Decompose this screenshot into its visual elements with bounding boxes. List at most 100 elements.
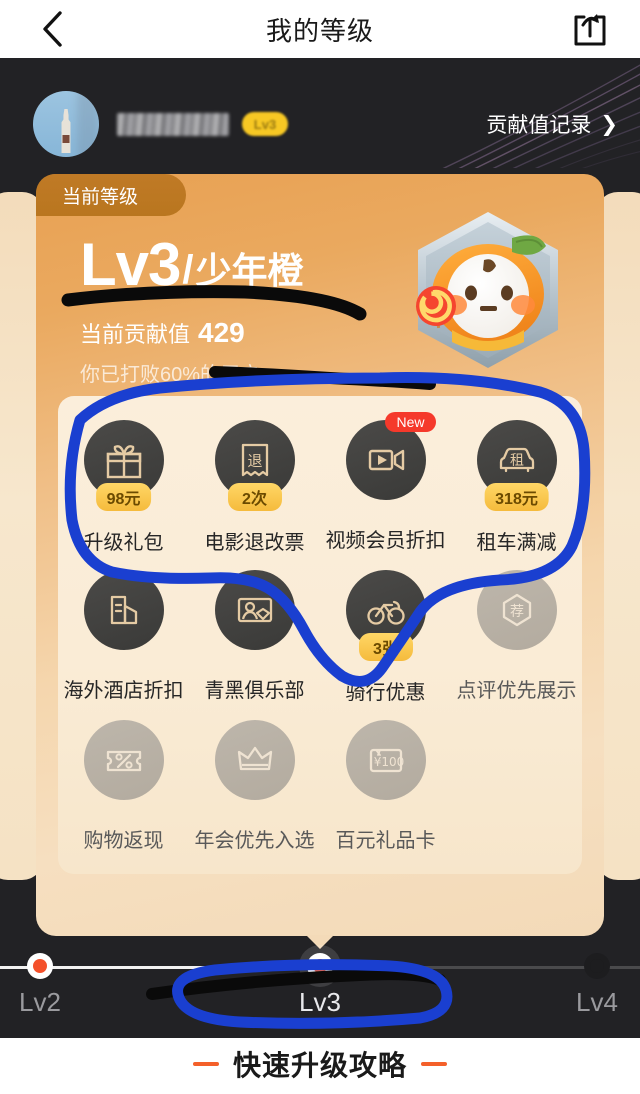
dash-right-decoration: [421, 1061, 447, 1066]
benefit-item-movie-refund[interactable]: 退 2次 电影退改票: [189, 420, 320, 570]
svg-text:退: 退: [247, 452, 262, 470]
slider-node-label: Lv2: [19, 987, 61, 1017]
current-level-tab: 当前等级: [36, 174, 186, 216]
current-contribution: 当前贡献值 429: [80, 317, 245, 349]
avatar-blur-overlay: [77, 91, 99, 157]
percent-coupon-icon: [106, 750, 141, 772]
benefit-item-shopping-cashback[interactable]: 购物返现: [58, 720, 189, 870]
chevron-left-icon: [43, 11, 62, 47]
slider-node-label: Lv3: [299, 987, 341, 1017]
bicycle-icon: [366, 600, 405, 625]
benefit-label: 购物返现: [83, 830, 164, 852]
benefit-label: 视频会员折扣: [325, 530, 446, 552]
slider-node-label: Lv4: [576, 987, 618, 1017]
level-headline: Lv3 / 少年橙: [80, 231, 304, 298]
current-level-tab-label: 当前等级: [62, 186, 139, 208]
navigation-bar: 我的等级: [0, 0, 640, 58]
contribution-record-link[interactable]: 贡献值记录 ❯: [486, 109, 618, 139]
dash-left-decoration: [192, 1061, 219, 1066]
level-mascot: [400, 202, 576, 378]
slider-node-lv3-current[interactable]: Lv3: [299, 945, 341, 1017]
avatar-tower-shape: [61, 109, 71, 153]
benefit-badge: 318元: [484, 483, 549, 511]
benefit-item-review-priority[interactable]: 荐 点评优先展示: [451, 570, 582, 720]
benefit-item-annual-meeting[interactable]: 年会优先入选: [189, 720, 320, 870]
level-code: Lv3: [80, 231, 181, 298]
back-button[interactable]: [30, 7, 74, 51]
gift-icon: [106, 445, 141, 479]
benefit-label: 租车满减: [476, 532, 557, 554]
hotel-building-icon: [110, 595, 137, 625]
benefit-item-upgrade-gift[interactable]: 98元 升级礼包: [58, 420, 189, 570]
share-icon: [574, 14, 606, 46]
current-level-card: 当前等级 Lv3 / 少年橙 当前贡献值 429 你已打败60%的用户 98元 …: [36, 174, 604, 949]
svg-text:荐: 荐: [510, 604, 524, 620]
benefit-label: 点评优先展示: [456, 680, 577, 702]
movie-refund-ticket-icon: 退: [241, 443, 268, 477]
gift-card-100-icon: ¥100: [369, 748, 404, 773]
benefit-label: 骑行优惠: [345, 682, 426, 704]
benefit-badge: 2次: [227, 483, 282, 511]
benefit-icon-wrap: 荐: [476, 570, 557, 650]
benefit-label: 升级礼包: [83, 532, 164, 554]
video-camera-icon: [368, 449, 404, 471]
username-masked: [117, 112, 229, 136]
svg-text:租: 租: [510, 453, 524, 469]
benefit-icon-wrap: New: [345, 412, 436, 500]
avatar[interactable]: [33, 91, 99, 157]
benefit-icon-wrap: 3张: [345, 570, 426, 661]
user-level-badge: Lv3: [242, 112, 288, 136]
benefit-item-car-rental[interactable]: 租 318元 租车满减: [451, 420, 582, 570]
benefit-item-club[interactable]: 青黑俱乐部: [189, 570, 320, 720]
benefit-label: 海外酒店折扣: [63, 680, 184, 702]
benefit-icon-wrap: [214, 720, 295, 800]
new-badge: New: [385, 412, 436, 432]
benefit-item-gift-card[interactable]: ¥100 百元礼品卡: [320, 720, 451, 870]
profile-row: Lv3 贡献值记录 ❯: [0, 86, 640, 162]
recommend-hexagon-icon: 荐: [502, 593, 531, 627]
club-member-card-icon: [237, 597, 272, 623]
level-dark-panel: Lv3 贡献值记录 ❯ 当前等级 Lv3 / 少年橙 当前贡献值 429 你已打…: [0, 58, 640, 1038]
benefit-icon-wrap: 租 318元: [476, 420, 557, 511]
quick-upgrade-guide-section: 快速升级攻略: [0, 1038, 640, 1089]
benefits-row: 海外酒店折扣 青黑俱乐部 3张 骑行优惠 荐 点评优先展示: [58, 570, 582, 720]
level-name: 少年橙: [195, 250, 304, 291]
benefit-label: 百元礼品卡: [335, 830, 436, 852]
benefits-panel: 98元 升级礼包 退 2次 电影退改票 New 视频会员折扣 租 318元 租车…: [58, 396, 582, 874]
benefit-item-empty: [451, 720, 582, 870]
benefit-icon-wrap: [83, 570, 164, 650]
chevron-right-icon: ❯: [600, 112, 618, 136]
contribution-record-label: 贡献值记录: [486, 114, 592, 137]
benefit-item-bike-discount[interactable]: 3张 骑行优惠: [320, 570, 451, 720]
level-progress-slider[interactable]: Lv2 Lv3 Lv4: [0, 908, 640, 1018]
benefit-badge: 98元: [95, 483, 152, 511]
crown-icon: [237, 746, 272, 771]
level-card-carousel[interactable]: 当前等级 Lv3 / 少年橙 当前贡献值 429 你已打败60%的用户 98元 …: [0, 174, 640, 949]
share-button[interactable]: [568, 7, 612, 51]
avatar-tower-window: [62, 135, 70, 143]
svg-text:¥100: ¥100: [373, 755, 404, 769]
slider-active-ring: [299, 945, 341, 987]
slider-dot: [27, 953, 53, 979]
slider-node-lv2[interactable]: Lv2: [19, 953, 61, 1017]
benefit-icon-wrap: 98元: [83, 420, 164, 511]
benefits-row: 98元 升级礼包 退 2次 电影退改票 New 视频会员折扣 租 318元 租车…: [58, 412, 582, 570]
level-separator: /: [182, 248, 194, 292]
benefit-item-overseas-hotel[interactable]: 海外酒店折扣: [58, 570, 189, 720]
quick-upgrade-guide-title: 快速升级攻略: [232, 1049, 407, 1081]
benefit-label: 年会优先入选: [194, 830, 315, 852]
benefit-icon-wrap: ¥100: [345, 720, 426, 800]
benefit-label: 电影退改票: [204, 532, 305, 554]
current-contribution-value: 429: [198, 317, 245, 348]
beat-percentage-text: 你已打败60%的用户: [80, 364, 261, 386]
benefit-item-video-member-discount[interactable]: New 视频会员折扣: [320, 412, 451, 570]
page-title: 我的等级: [265, 15, 374, 46]
current-contribution-label: 当前贡献值: [80, 322, 191, 347]
benefit-label: 青黑俱乐部: [204, 680, 305, 702]
benefit-icon-wrap: 退 2次: [214, 420, 295, 511]
benefit-badge: 3张: [358, 633, 413, 661]
car-rental-icon: 租: [499, 447, 534, 473]
slider-dot: [584, 953, 610, 979]
slider-node-lv4[interactable]: Lv4: [576, 953, 618, 1017]
benefits-row: 购物返现 年会优先入选 ¥100 百元礼品卡: [58, 720, 582, 870]
